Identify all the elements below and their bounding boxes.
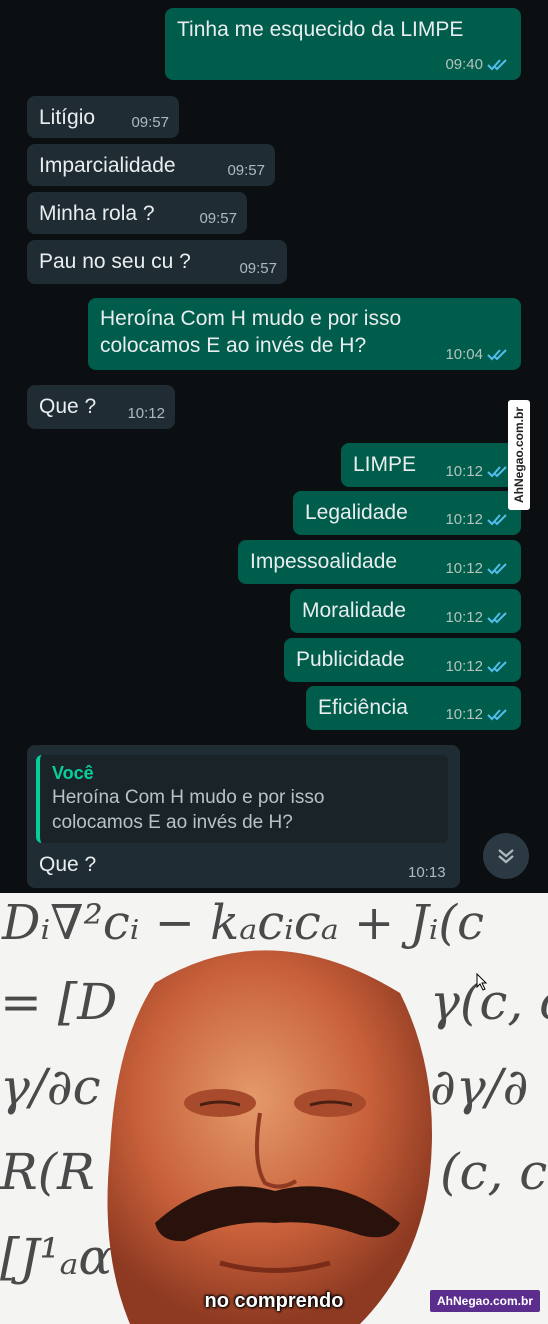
message-text-line: colocamos E ao invés de H? bbox=[100, 334, 367, 357]
message-meta: 10:04 bbox=[445, 346, 511, 363]
double-check-icon bbox=[487, 562, 507, 574]
message-time: 10:12 bbox=[127, 405, 165, 422]
message-bubble[interactable]: Impessoalidade 10:12 bbox=[238, 540, 521, 584]
message-meta: 09:40 bbox=[445, 56, 511, 73]
double-check-icon bbox=[487, 660, 507, 672]
message-time: 10:04 bbox=[445, 346, 483, 363]
message-bubble[interactable]: Tinha me esquecido da LIMPE 09:40 bbox=[165, 8, 521, 80]
message-time: 10:12 bbox=[445, 658, 483, 675]
message-meta: 10:12 bbox=[445, 658, 511, 675]
chat-screen: Tinha me esquecido da LIMPE 09:40 Litígi… bbox=[0, 0, 548, 893]
mouse-cursor-icon bbox=[476, 973, 488, 991]
message-text: Legalidade bbox=[305, 501, 408, 524]
message-time: 09:57 bbox=[227, 162, 265, 179]
message-meta: 10:12 bbox=[445, 706, 511, 723]
watermark-text: AhNegao.com.br bbox=[512, 406, 526, 504]
watermark: AhNegao.com.br bbox=[508, 400, 530, 510]
meme-image: Dᵢ∇²cᵢ − kₐcᵢcₐ + Jᵢ(c = [D γ(c, c γ/∂c … bbox=[0, 893, 548, 1324]
message-meta: 09:57 bbox=[199, 210, 237, 227]
message-text: Tinha me esquecido da LIMPE bbox=[177, 18, 464, 41]
message-bubble[interactable]: Minha rola ? 09:57 bbox=[27, 192, 247, 234]
message-meta: 10:12 bbox=[445, 560, 511, 577]
message-bubble[interactable]: Litígio 09:57 bbox=[27, 96, 179, 138]
message-bubble[interactable]: Eficiência 10:12 bbox=[306, 686, 521, 730]
message-text: Impessoalidade bbox=[250, 550, 398, 573]
quoted-text-line: colocamos E ao invés de H? bbox=[52, 812, 293, 833]
message-bubble[interactable]: Pau no seu cu ? 09:57 bbox=[27, 240, 287, 284]
double-check-icon bbox=[487, 348, 507, 360]
message-text: Litígio bbox=[39, 106, 96, 129]
message-time: 10:12 bbox=[445, 609, 483, 626]
message-time: 09:57 bbox=[239, 260, 277, 277]
scroll-to-bottom-button[interactable] bbox=[483, 833, 529, 879]
message-text: Eficiência bbox=[318, 696, 408, 719]
message-text: Que ? bbox=[39, 853, 97, 876]
message-text: Publicidade bbox=[296, 648, 405, 671]
message-text: Moralidade bbox=[302, 599, 406, 622]
message-meta: 09:57 bbox=[227, 162, 265, 179]
message-time: 09:40 bbox=[445, 56, 483, 73]
double-check-icon bbox=[487, 611, 507, 623]
message-text: Imparcialidade bbox=[39, 154, 176, 177]
message-bubble[interactable]: Imparcialidade 09:57 bbox=[27, 144, 275, 186]
message-meta: 10:12 bbox=[445, 463, 511, 480]
message-bubble[interactable]: Moralidade 10:12 bbox=[290, 589, 521, 633]
message-time: 10:12 bbox=[445, 463, 483, 480]
message-text: Que ? bbox=[39, 395, 97, 418]
message-meta: 10:12 bbox=[445, 511, 511, 528]
message-time: 10:12 bbox=[445, 511, 483, 528]
message-bubble[interactable]: Heroína Com H mudo e por isso colocamos … bbox=[88, 298, 521, 370]
double-chevron-down-icon bbox=[498, 849, 514, 864]
message-meta: 10:12 bbox=[127, 405, 165, 422]
message-text: Pau no seu cu ? bbox=[39, 250, 191, 273]
message-meta: 10:12 bbox=[445, 609, 511, 626]
double-check-icon bbox=[487, 58, 507, 70]
message-bubble[interactable]: Publicidade 10:12 bbox=[284, 638, 521, 682]
double-check-icon bbox=[487, 513, 507, 525]
message-time: 09:57 bbox=[131, 114, 169, 131]
double-check-icon bbox=[487, 708, 507, 720]
message-time: 10:12 bbox=[445, 706, 483, 723]
message-bubble[interactable]: Que ? 10:12 bbox=[27, 385, 175, 429]
message-time: 10:12 bbox=[445, 560, 483, 577]
message-meta: 09:57 bbox=[239, 260, 277, 277]
brand-watermark: AhNegao.com.br bbox=[430, 1290, 540, 1312]
message-time: 10:13 bbox=[408, 864, 446, 881]
message-meta: 09:57 bbox=[131, 114, 169, 131]
quoted-text-line: Heroína Com H mudo e por isso bbox=[52, 787, 325, 808]
message-bubble[interactable]: LIMPE 10:12 bbox=[341, 443, 521, 487]
message-time: 09:57 bbox=[199, 210, 237, 227]
message-text-line: Heroína Com H mudo e por isso bbox=[100, 307, 402, 330]
message-bubble[interactable]: Legalidade 10:12 bbox=[293, 491, 521, 535]
message-text: Minha rola ? bbox=[39, 202, 155, 225]
message-text: LIMPE bbox=[353, 453, 417, 476]
meme-face-illustration bbox=[107, 950, 432, 1324]
quoted-message[interactable]: Você Heroína Com H mudo e por isso coloc… bbox=[36, 755, 448, 843]
quoted-author: Você bbox=[52, 763, 94, 783]
